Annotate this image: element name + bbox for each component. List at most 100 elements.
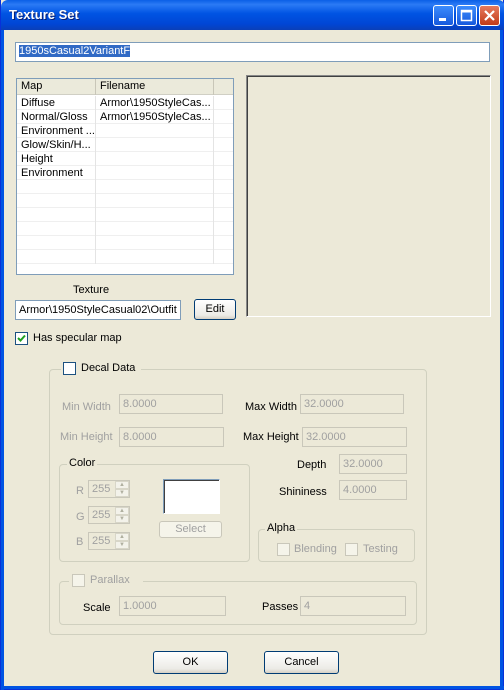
- red-spinner[interactable]: 255 ▲ ▼: [88, 480, 130, 498]
- blue-value: 255: [92, 535, 111, 547]
- grid-cell-filename: [96, 124, 214, 138]
- grid-cell-extra: [214, 110, 233, 124]
- grid-cell-map: [17, 236, 96, 250]
- grid-cell-extra: [214, 180, 233, 194]
- color-legend: Color: [67, 457, 98, 469]
- color-swatch: [163, 479, 220, 514]
- texture-map-grid[interactable]: Map Filename Diffuse Armor\1950StyleCas..…: [16, 78, 234, 275]
- grid-cell-filename: Armor\1950StyleCas...: [96, 110, 214, 124]
- grid-cell-extra: [214, 194, 233, 208]
- texture-set-dialog: Texture Set 1950sCasual2VariantF Map Fil…: [0, 0, 504, 690]
- blue-down-icon[interactable]: ▼: [115, 541, 129, 549]
- green-down-icon[interactable]: ▼: [115, 515, 129, 523]
- red-label: R: [76, 485, 84, 497]
- passes-field[interactable]: [300, 596, 406, 616]
- grid-cell-map: Glow/Skin/H...: [17, 138, 96, 152]
- blending-label: Blending: [294, 543, 337, 555]
- blue-spinner[interactable]: 255 ▲ ▼: [88, 532, 130, 550]
- grid-cell-map: [17, 180, 96, 194]
- grid-cell-extra: [214, 138, 233, 152]
- red-value: 255: [92, 483, 111, 495]
- grid-cell-filename: [96, 166, 214, 180]
- ok-button[interactable]: OK: [153, 651, 228, 674]
- grid-cell-map: [17, 208, 96, 222]
- grid-cell-extra: [214, 208, 233, 222]
- shininess-field[interactable]: [339, 480, 407, 500]
- grid-cell-extra: [214, 152, 233, 166]
- grid-cell-filename: [96, 222, 214, 236]
- texture-label: Texture: [73, 284, 110, 296]
- grid-header-filename[interactable]: Filename: [96, 79, 214, 95]
- grid-cell-map: [17, 222, 96, 236]
- grid-cell-filename: [96, 208, 214, 222]
- parallax-checkbox[interactable]: [72, 574, 85, 587]
- grid-header-map[interactable]: Map: [17, 79, 96, 95]
- grid-cell-extra: [214, 236, 233, 250]
- grid-row[interactable]: [17, 222, 233, 236]
- minimize-button[interactable]: [433, 5, 454, 26]
- grid-rows: Diffuse Armor\1950StyleCas... Normal/Gloss…: [17, 96, 233, 264]
- texture-set-name-value: 1950sCasual2VariantF: [19, 45, 131, 57]
- has-specular-checkbox[interactable]: [15, 332, 28, 345]
- texture-set-name-field[interactable]: 1950sCasual2VariantF: [15, 42, 490, 62]
- grid-cell-filename: [96, 138, 214, 152]
- maximize-icon: [460, 9, 473, 22]
- depth-field[interactable]: [339, 454, 407, 474]
- blending-checkbox[interactable]: [277, 543, 290, 556]
- select-color-button[interactable]: Select: [159, 521, 222, 538]
- grid-cell-filename: [96, 250, 214, 264]
- grid-row[interactable]: [17, 180, 233, 194]
- grid-row[interactable]: [17, 236, 233, 250]
- grid-row[interactable]: Height: [17, 152, 233, 166]
- decal-data-checkbox[interactable]: [63, 362, 76, 375]
- texture-path-field[interactable]: [15, 300, 181, 320]
- min-width-field[interactable]: [119, 394, 223, 414]
- close-button[interactable]: [479, 5, 500, 26]
- texture-preview-panel: [246, 75, 491, 317]
- grid-cell-filename: [96, 180, 214, 194]
- grid-cell-map: Normal/Gloss: [17, 110, 96, 124]
- min-height-field[interactable]: [119, 427, 224, 447]
- min-height-label: Min Height: [60, 431, 113, 443]
- grid-cell-filename: Armor\1950StyleCas...: [96, 96, 214, 110]
- green-spinner[interactable]: 255 ▲ ▼: [88, 506, 130, 524]
- has-specular-label: Has specular map: [33, 332, 122, 344]
- grid-row[interactable]: [17, 250, 233, 264]
- checkmark-icon: [17, 334, 26, 342]
- close-icon: [484, 10, 495, 21]
- max-height-label: Max Height: [243, 431, 299, 443]
- passes-label: Passes: [262, 601, 299, 613]
- green-up-icon[interactable]: ▲: [115, 507, 129, 515]
- edit-button[interactable]: Edit: [194, 299, 236, 320]
- window-frame-bottom: [1, 686, 504, 689]
- shininess-label: Shininess: [279, 486, 327, 498]
- grid-cell-filename: [96, 236, 214, 250]
- max-width-field[interactable]: [300, 394, 404, 414]
- grid-row[interactable]: Environment: [17, 166, 233, 180]
- grid-row[interactable]: Environment ...: [17, 124, 233, 138]
- blue-up-icon[interactable]: ▲: [115, 533, 129, 541]
- min-width-label: Min Width: [62, 401, 111, 413]
- decal-data-label: Decal Data: [81, 362, 136, 374]
- grid-row[interactable]: [17, 208, 233, 222]
- cancel-button[interactable]: Cancel: [264, 651, 339, 674]
- testing-checkbox[interactable]: [345, 543, 358, 556]
- title-bar[interactable]: Texture Set: [1, 0, 504, 30]
- red-down-icon[interactable]: ▼: [115, 489, 129, 497]
- grid-row[interactable]: Normal/Gloss Armor\1950StyleCas...: [17, 110, 233, 124]
- scale-field[interactable]: [119, 596, 226, 616]
- depth-label: Depth: [297, 459, 327, 471]
- max-height-field[interactable]: [302, 427, 407, 447]
- grid-cell-extra: [214, 222, 233, 236]
- scale-label: Scale: [83, 602, 111, 614]
- blue-label: B: [76, 536, 84, 548]
- red-up-icon[interactable]: ▲: [115, 481, 129, 489]
- testing-label: Testing: [363, 543, 398, 555]
- grid-row[interactable]: [17, 194, 233, 208]
- grid-cell-extra: [214, 124, 233, 138]
- grid-cell-map: Diffuse: [17, 96, 96, 110]
- grid-row[interactable]: Diffuse Armor\1950StyleCas...: [17, 96, 233, 110]
- maximize-button[interactable]: [456, 5, 477, 26]
- grid-cell-map: Environment ...: [17, 124, 96, 138]
- grid-row[interactable]: Glow/Skin/H...: [17, 138, 233, 152]
